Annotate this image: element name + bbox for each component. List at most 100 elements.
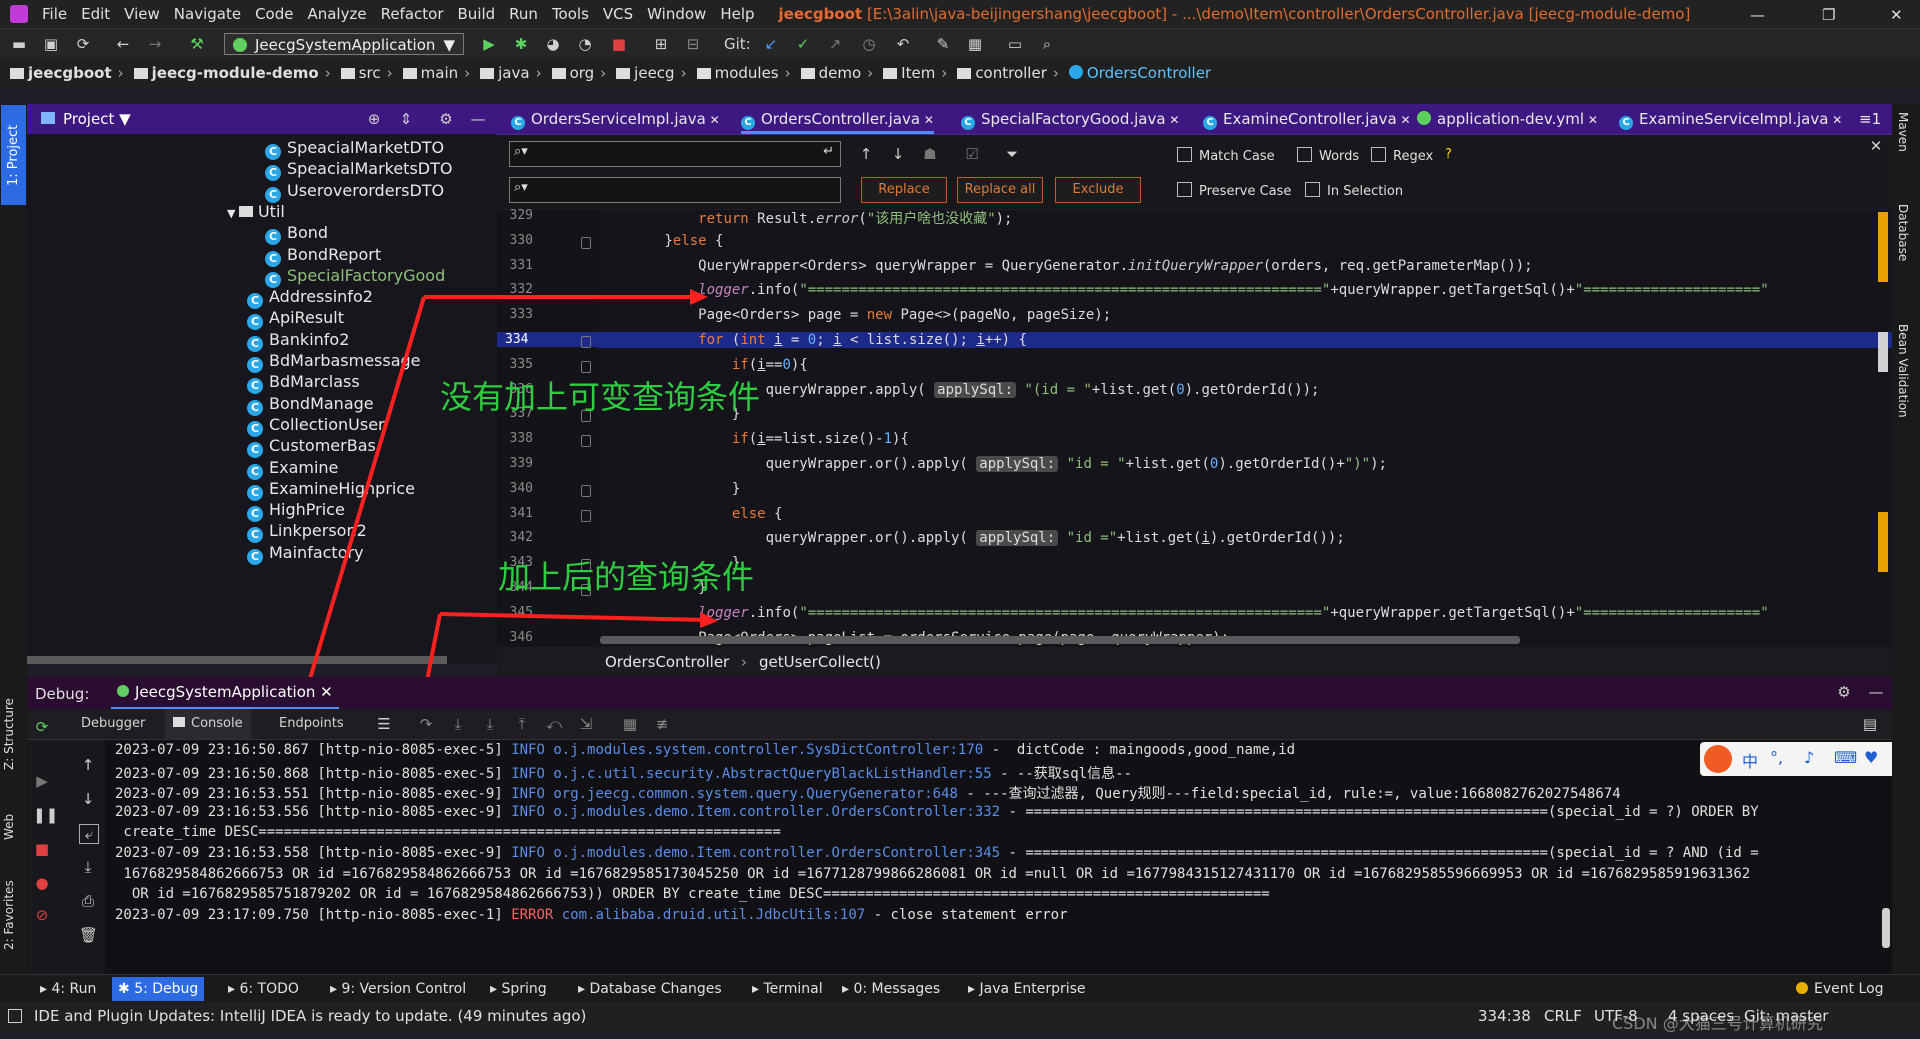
annotation-after-text: 加上后的查询条件 [498,558,755,596]
toolwindow-button[interactable]: ▸ Spring [490,981,547,997]
toolwindow-icon: ✱ [118,981,135,997]
console-msg: - ---查询过滤器, Query规则---field:special_id, … [957,786,1621,803]
clear-console-icon[interactable]: 🗑 [79,926,98,944]
event-log-icon [1796,982,1808,994]
toolwindow-label: Terminal [763,981,823,997]
toolwindow-button[interactable]: ▸ 4: Run [40,981,96,997]
resume-icon[interactable]: ▶ [33,772,51,790]
toolwindow-button[interactable]: ▸ Terminal [752,981,823,997]
toolwindow-button[interactable]: ✱ 5: Debug [112,977,205,1001]
annotation-before-text: 没有加上可变查询条件 [440,378,761,416]
toolwindow-icon: ▸ [490,981,502,997]
status-icon [8,1009,22,1023]
console-th: [http-nio-8085-exec-9] [317,845,503,861]
database-tool-tab[interactable]: Database [1896,204,1910,261]
toolwindow-button[interactable]: ▸ Java Enterprise [968,981,1086,997]
console-line: OR id =1676829585751879202 OR id = 16768… [115,886,1270,902]
rerun-icon[interactable]: ⟳ [33,718,51,736]
console-line: 2023-07-09 23:16:50.868 [http-nio-8085-e… [115,763,1132,783]
scroll-up-icon[interactable]: ↑ [79,756,97,774]
console-tab[interactable]: Console [165,709,251,739]
console-menu-icon[interactable]: ☰ [375,715,393,733]
console-line: 2023-07-09 23:17:09.750 [http-nio-8085-e… [115,907,1068,923]
debug-session-tab[interactable]: JeecgSystemApplication ✕ [111,677,339,709]
toolwindow-button[interactable]: ▸ 0: Messages [842,981,940,997]
console-text: OR id =1676829585751879202 OR id = 16768… [115,886,1270,903]
status-bar: IDE and Plugin Updates: IntelliJ IDEA is… [0,1002,1920,1033]
console-line: 2023-07-09 23:16:50.867 [http-nio-8085-e… [115,742,1295,758]
stop-debug-icon[interactable]: ■ [33,840,51,858]
spring-session-icon [117,685,129,697]
ime-punctuation-icon: °, [1770,748,1784,767]
toolwindow-label: 9: Version Control [341,981,467,997]
run-to-cursor-icon[interactable]: ⇲ [577,715,595,733]
maven-tool-tab[interactable]: Maven [1896,112,1910,152]
event-log-button[interactable]: Event Log [1796,981,1884,997]
console-msg: - ======================================… [1000,845,1759,861]
soft-wrap-icon[interactable]: ⤶ [79,824,99,844]
evaluate-icon[interactable]: ▦ [621,715,639,733]
sogou-logo-icon [1704,745,1732,773]
console-cls: org.jeecg.common.system.query.QueryGener… [553,786,958,803]
force-step-into-icon[interactable]: ⤓ [481,715,499,733]
console-output[interactable]: 2023-07-09 23:16:50.867 [http-nio-8085-e… [105,740,1892,974]
debug-hide-icon[interactable]: — [1867,683,1885,701]
ime-keyboard-icon: ⌨ [1834,748,1858,767]
debug-panel-header: Debug: JeecgSystemApplication ✕ ⚙ — [27,677,1892,709]
console-lvl: INFO [511,742,545,758]
console-ts: 2023-07-09 23:17:09.750 [115,906,309,923]
console-ts: 2023-07-09 23:16:50.867 [115,742,309,758]
console-lvl: ERROR [511,906,554,923]
debug-label: Debug: [35,685,90,703]
step-out-icon[interactable]: ⤒ [513,715,531,733]
view-breakpoints-icon[interactable]: ● [33,874,51,892]
status-message[interactable]: IDE and Plugin Updates: IntelliJ IDEA is… [34,1007,586,1025]
toolwindow-label: 6: TODO [239,981,299,997]
line-separator[interactable]: CRLF [1544,1007,1582,1025]
toolwindow-label: 0: Messages [853,981,941,997]
trace-icon[interactable]: ≢ [653,715,671,733]
print-icon[interactable]: ⎙ [79,892,97,910]
ime-voice-icon: ♪ [1804,748,1815,767]
debug-settings-gear-icon[interactable]: ⚙ [1835,683,1853,701]
right-tool-strip: Maven Database Bean Validation [1892,104,1920,974]
console-th: [http-nio-8085-exec-9] [317,803,503,820]
console-icon [173,717,185,727]
debugger-tab[interactable]: Debugger [81,716,145,731]
ime-toolbar: 中 °, ♪ ⌨ ♥ ▦ [1700,742,1920,776]
console-lvl: INFO [511,845,545,861]
console-th: [http-nio-8085-exec-9] [317,786,503,803]
ime-chinese-mode: 中 [1742,752,1759,771]
console-text: 1676829584862666753 OR id =1676829584862… [115,865,1751,882]
caret-position[interactable]: 334:38 [1478,1007,1531,1025]
ime-skin-icon: ♥ [1864,748,1879,767]
mute-breakpoints-icon[interactable]: ⊘ [33,906,51,924]
debug-side-toolbar: ⟳ ▶ ❚❚ ■ ● ⊘ ↑ ↓ ⤶ ⤓ ⎙ 🗑 [27,718,105,974]
scroll-to-end-icon[interactable]: ⤓ [79,858,97,876]
layout-icon[interactable]: ▤ [1861,715,1879,733]
toolwindow-button[interactable]: ▸ 6: TODO [228,981,299,997]
console-th: [http-nio-8085-exec-5] [317,742,503,758]
toolwindow-button[interactable]: ▸ 9: Version Control [330,981,466,997]
debug-subtabs: Debugger Console Endpoints ☰ ↷ ⤓ ⤓ ⤒ ⤺ ⇲… [27,709,1892,740]
console-cls: o.j.modules.demo.Item.controller.OrdersC… [553,845,1001,861]
bean-validation-tool-tab[interactable]: Bean Validation [1896,324,1910,418]
drop-frame-icon[interactable]: ⤺ [545,715,563,733]
console-text: create_time DESC========================… [115,824,781,841]
toolwindow-icon: ▸ [330,981,342,997]
console-ts: 2023-07-09 23:16:53.551 [115,786,309,803]
toolwindow-button[interactable]: ▸ Database Changes [578,981,722,997]
console-line: 2023-07-09 23:16:53.551 [http-nio-8085-e… [115,783,1621,803]
console-msg: - dictCode : maingoods,good_name,id [983,742,1296,758]
console-ts: 2023-07-09 23:16:53.556 [115,803,309,820]
toolwindow-icon: ▸ [40,981,52,997]
step-into-icon[interactable]: ⤓ [449,715,467,733]
console-th: [http-nio-8085-exec-5] [317,765,503,782]
pause-icon[interactable]: ❚❚ [33,806,58,824]
step-over-icon[interactable]: ↷ [417,715,435,733]
endpoints-tab[interactable]: Endpoints [279,716,344,731]
console-msg: - ======================================… [1000,803,1759,820]
scroll-down-icon[interactable]: ↓ [79,790,97,808]
console-scrollbar[interactable] [1882,908,1890,948]
console-line: create_time DESC========================… [115,824,781,841]
